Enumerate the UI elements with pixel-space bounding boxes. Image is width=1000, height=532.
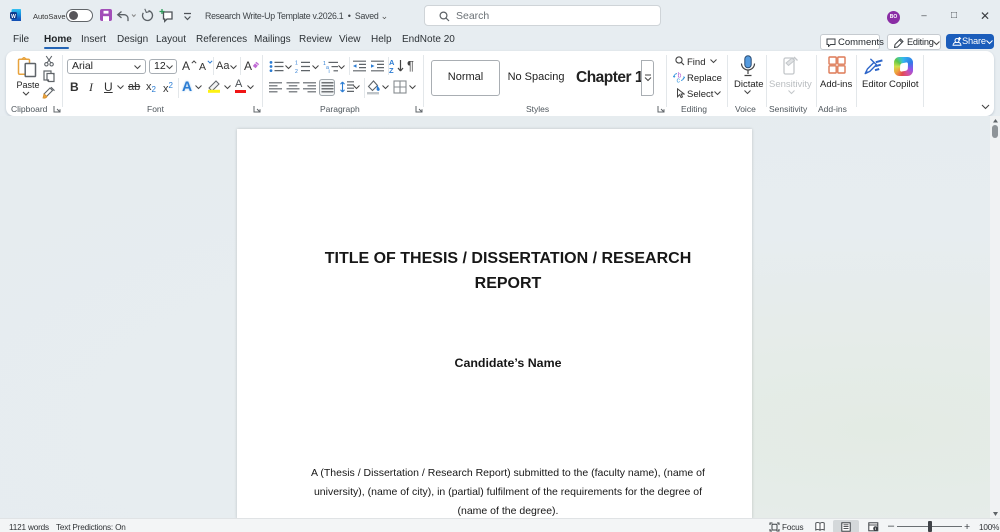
svg-text:W: W (11, 13, 16, 19)
svg-text:c: c (677, 78, 681, 84)
svg-text:i: i (329, 69, 330, 73)
svg-text:Z: Z (389, 66, 394, 74)
svg-text:2: 2 (295, 69, 298, 73)
svg-text:1: 1 (295, 61, 298, 67)
svg-text:i: i (875, 526, 876, 531)
